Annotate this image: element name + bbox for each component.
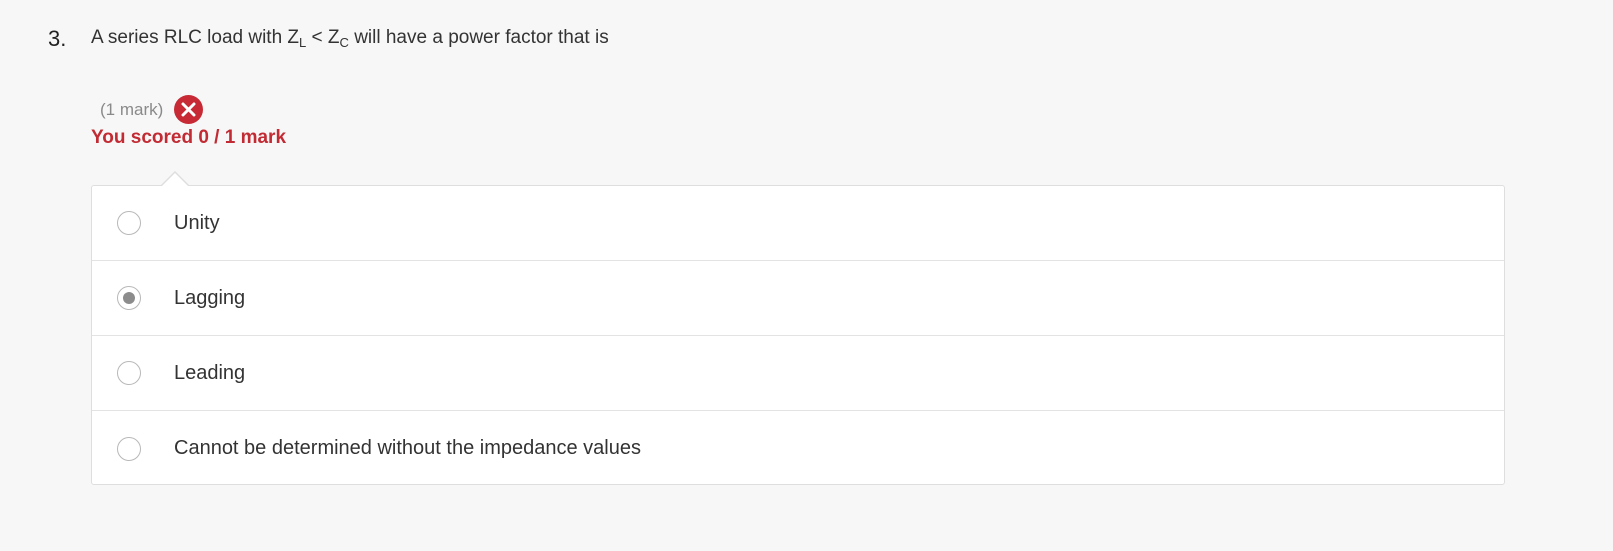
option-cannot-be-determined[interactable]: Cannot be determined without the impedan… (92, 411, 1504, 486)
option-lagging[interactable]: Lagging (92, 261, 1504, 336)
question-text: A series RLC load with ZL < ZC will have… (91, 27, 609, 50)
option-leading[interactable]: Leading (92, 336, 1504, 411)
feedback-pointer-fill (162, 173, 188, 186)
radio-button[interactable] (117, 211, 141, 235)
question-number: 3. (48, 26, 67, 51)
radio-button[interactable] (117, 361, 141, 385)
option-unity[interactable]: Unity (92, 186, 1504, 261)
radio-dot (123, 292, 135, 304)
radio-button[interactable] (117, 436, 141, 461)
close-icon-glyph (181, 102, 196, 117)
question-card: 3. A series RLC load with ZL < ZC will h… (0, 0, 1613, 551)
question-text-end: will have a power factor that is (348, 27, 609, 48)
subscript-c: C (339, 35, 349, 50)
option-label: Leading (174, 361, 246, 384)
option-label: Cannot be determined without the impedan… (174, 437, 641, 459)
question-text-start: A series RLC load with Z (91, 27, 300, 48)
option-label: Lagging (174, 286, 246, 309)
radio-button-selected[interactable] (117, 286, 141, 310)
marks-label: (1 mark) (100, 99, 164, 119)
answer-options: Unity Lagging Leading Cannot be determin… (91, 185, 1505, 485)
close-icon (174, 95, 204, 124)
option-label: Unity (174, 211, 220, 234)
question-text-middle: < Z (306, 27, 340, 48)
score-text: You scored 0 / 1 mark (91, 127, 287, 148)
marks-row: (1 mark) (100, 95, 204, 124)
